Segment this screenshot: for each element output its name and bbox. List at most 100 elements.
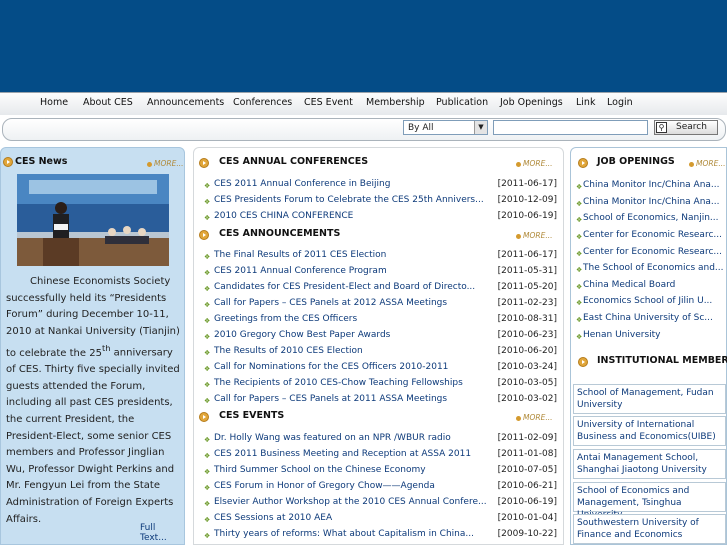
bullet-icon: ❖ <box>576 183 583 191</box>
full-text-link[interactable]: Full Text... <box>140 523 184 543</box>
news-more-link[interactable]: MORE... <box>147 159 183 168</box>
job-title[interactable]: China Monitor Inc/China Ana... <box>583 197 720 207</box>
list-item[interactable]: ❖ Call for Papers – CES Panels at 2011 AS… <box>202 393 557 408</box>
item-title[interactable]: CES Forum in Honor of Gregory Chow——Agen… <box>214 481 435 491</box>
list-item[interactable]: ❖ CES Forum in Honor of Gregory Chow——Age… <box>202 480 557 495</box>
item-title[interactable]: The Final Results of 2011 CES Election <box>214 250 386 260</box>
item-date: [2011-06-17] <box>497 179 557 189</box>
job-title[interactable]: China Monitor Inc/China Ana... <box>583 180 720 190</box>
list-item[interactable]: ❖ Call for Nominations for the CES Office… <box>202 361 557 376</box>
list-item[interactable]: ❖ The Final Results of 2011 CES Election [… <box>202 249 557 264</box>
nav-home[interactable]: Home <box>40 97 68 108</box>
item-date: [2010-12-09] <box>497 195 557 205</box>
item-title[interactable]: Third Summer School on the Chinese Econo… <box>214 465 426 475</box>
job-item[interactable]: ❖ Henan University <box>576 329 724 345</box>
list-item[interactable]: ❖ Greetings from the CES Officers [2010-08… <box>202 313 557 328</box>
institution-item[interactable]: Antai Management School, Shanghai Jiaoto… <box>573 449 726 479</box>
job-title[interactable]: East China University of Sc... <box>583 313 713 323</box>
dropdown-arrow-icon[interactable]: ▼ <box>474 121 487 134</box>
job-item[interactable]: ❖ East China University of Sc... <box>576 312 724 328</box>
job-item[interactable]: ❖ The School of Economics and... <box>576 262 724 278</box>
nav-link[interactable]: Link <box>576 97 595 108</box>
events-title: CES EVENTS <box>219 410 285 421</box>
item-title[interactable]: Call for Papers – CES Panels at 2011 ASS… <box>214 394 447 404</box>
announcements-more-link[interactable]: MORE... <box>516 231 552 240</box>
institution-item[interactable]: Southwestern University of Finance and E… <box>573 514 726 544</box>
job-title[interactable]: School of Economics, Nanjin... <box>583 213 719 223</box>
item-date: [2010-06-21] <box>497 481 557 491</box>
news-photo[interactable] <box>17 174 169 266</box>
job-item[interactable]: ❖ China Monitor Inc/China Ana... <box>576 196 724 212</box>
job-item[interactable]: ❖ Center for Economic Researc... <box>576 246 724 262</box>
job-title[interactable]: China Medical Board <box>583 280 675 290</box>
institution-item[interactable]: University of International Business and… <box>573 416 726 446</box>
list-item[interactable]: ❖ CES Sessions at 2010 AEA [2010-01-04] <box>202 512 557 527</box>
job-item[interactable]: ❖ School of Economics, Nanjin... <box>576 212 724 228</box>
item-title[interactable]: Candidates for CES President-Elect and B… <box>214 282 475 292</box>
item-title[interactable]: 2010 Gregory Chow Best Paper Awards <box>214 330 390 340</box>
institutions-title: INSTITUTIONAL MEMBERS <box>597 355 727 366</box>
item-title[interactable]: The Results of 2010 CES Election <box>214 346 363 356</box>
job-title[interactable]: Economics School of Jilin U... <box>583 296 712 306</box>
search-button[interactable]: ⚲ Search <box>654 120 718 135</box>
bullet-icon: ❖ <box>204 269 211 277</box>
item-title[interactable]: 2010 CES CHINA CONFERENCE <box>214 211 353 221</box>
nav-ces-event[interactable]: CES Event <box>304 97 353 108</box>
job-item[interactable]: ❖ Economics School of Jilin U... <box>576 295 724 311</box>
list-item[interactable]: ❖ CES 2011 Annual Conference in Beijing [2… <box>202 178 557 193</box>
bullet-icon: ❖ <box>204 532 211 540</box>
list-item[interactable]: ❖ CES 2011 Annual Conference Program [2011… <box>202 265 557 280</box>
job-title[interactable]: Henan University <box>583 330 661 340</box>
main-nav: Home About CES Announcements Conferences… <box>0 92 727 116</box>
item-title[interactable]: CES Presidents Forum to Celebrate the CE… <box>214 195 484 205</box>
list-item[interactable]: ❖ Thirty years of reforms: What about Cap… <box>202 528 557 543</box>
nav-about[interactable]: About CES <box>83 97 133 108</box>
search-scope-select[interactable]: By All ▼ <box>403 120 488 135</box>
nav-membership[interactable]: Membership <box>366 97 425 108</box>
nav-publication[interactable]: Publication <box>436 97 488 108</box>
job-item[interactable]: ❖ China Monitor Inc/China Ana... <box>576 179 724 195</box>
search-input[interactable] <box>493 120 648 135</box>
job-title[interactable]: Center for Economic Researc... <box>583 230 722 240</box>
list-item[interactable]: ❖ The Results of 2010 CES Election [2010-0… <box>202 345 557 360</box>
search-button-label: Search <box>676 122 707 132</box>
list-item[interactable]: ❖ 2010 CES CHINA CONFERENCE [2010-06-19] <box>202 210 557 225</box>
item-date: [2011-02-09] <box>497 433 557 443</box>
job-item[interactable]: ❖ China Medical Board <box>576 279 724 295</box>
list-item[interactable]: ❖ CES 2011 Business Meeting and Reception… <box>202 448 557 463</box>
nav-conferences[interactable]: Conferences <box>233 97 292 108</box>
item-title[interactable]: CES Sessions at 2010 AEA <box>214 513 332 523</box>
nav-announcements[interactable]: Announcements <box>147 97 224 108</box>
item-date: [2010-07-05] <box>497 465 557 475</box>
list-item[interactable]: ❖ Third Summer School on the Chinese Econ… <box>202 464 557 479</box>
nav-job-openings[interactable]: Job Openings <box>500 97 563 108</box>
list-item[interactable]: ❖ Dr. Holly Wang was featured on an NPR /… <box>202 432 557 447</box>
job-item[interactable]: ❖ Center for Economic Researc... <box>576 229 724 245</box>
item-title[interactable]: CES 2011 Business Meeting and Reception … <box>214 449 471 459</box>
job-title[interactable]: Center for Economic Researc... <box>583 247 722 257</box>
nav-login[interactable]: Login <box>607 97 633 108</box>
list-item[interactable]: ❖ The Recipients of 2010 CES-Chow Teachin… <box>202 377 557 392</box>
item-title[interactable]: CES 2011 Annual Conference in Beijing <box>214 179 390 189</box>
events-more-link[interactable]: MORE... <box>516 413 552 422</box>
item-title[interactable]: CES 2011 Annual Conference Program <box>214 266 387 276</box>
item-title[interactable]: Dr. Holly Wang was featured on an NPR /W… <box>214 433 451 443</box>
item-title[interactable]: Call for Papers – CES Panels at 2012 ASS… <box>214 298 447 308</box>
list-item[interactable]: ❖ 2010 Gregory Chow Best Paper Awards [201… <box>202 329 557 344</box>
job-title[interactable]: The School of Economics and... <box>583 263 724 273</box>
bullet-icon: ❖ <box>576 216 583 224</box>
jobs-more-link[interactable]: MORE... <box>689 159 725 168</box>
conferences-more-link[interactable]: MORE... <box>516 159 552 168</box>
institution-item[interactable]: School of Management, Fudan University <box>573 384 726 414</box>
list-item[interactable]: ❖ CES Presidents Forum to Celebrate the C… <box>202 194 557 209</box>
item-title[interactable]: Greetings from the CES Officers <box>214 314 357 324</box>
item-title[interactable]: Thirty years of reforms: What about Capi… <box>214 529 474 539</box>
list-item[interactable]: ❖ Elsevier Author Workshop at the 2010 CE… <box>202 496 557 511</box>
institution-item[interactable]: School of Economics and Management, Tsin… <box>573 482 726 520</box>
item-title[interactable]: The Recipients of 2010 CES-Chow Teaching… <box>214 378 463 388</box>
bullet-icon: ❖ <box>576 233 583 241</box>
list-item[interactable]: ❖ Call for Papers – CES Panels at 2012 AS… <box>202 297 557 312</box>
list-item[interactable]: ❖ Candidates for CES President-Elect and … <box>202 281 557 296</box>
item-title[interactable]: Call for Nominations for the CES Officer… <box>214 362 448 372</box>
item-title[interactable]: Elsevier Author Workshop at the 2010 CES… <box>214 497 487 507</box>
